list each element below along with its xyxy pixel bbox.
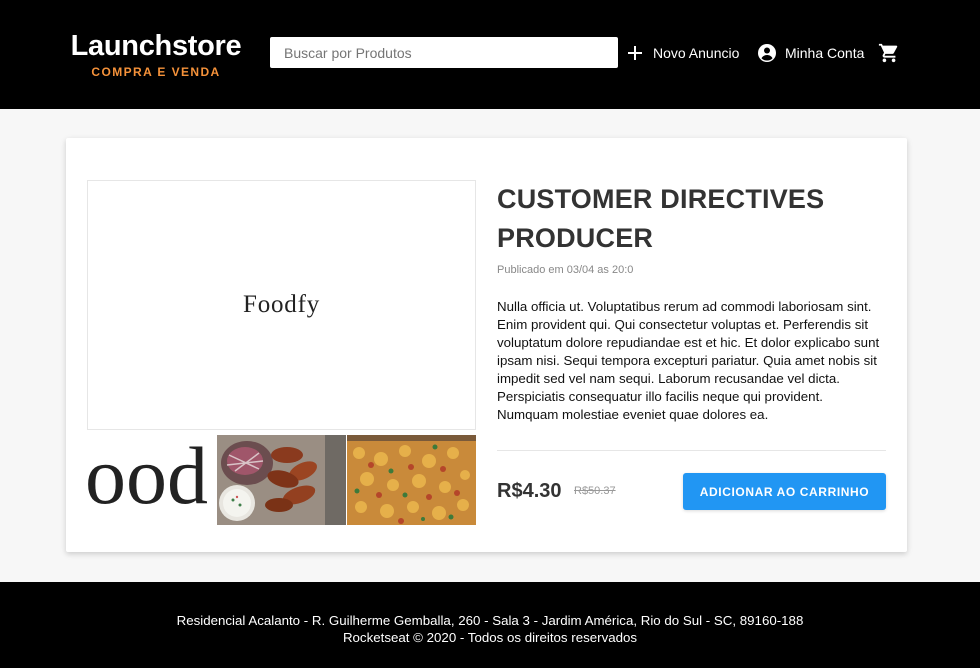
thumbnail-3[interactable]: [347, 435, 476, 525]
thumbnail-1-text: ood: [87, 435, 208, 521]
product-title: CUSTOMER DIRECTIVES PRODUCER: [497, 184, 825, 253]
footer-address: Residencial Acalanto - R. Guilherme Gemb…: [176, 613, 804, 628]
account-link[interactable]: Minha Conta: [757, 42, 864, 64]
thumbnail-1[interactable]: ood: [87, 435, 216, 525]
chicken-wings-photo: [217, 435, 346, 525]
brand-tagline: COMPRA E VENDA: [91, 65, 221, 79]
product-price: R$4.30: [497, 480, 562, 502]
product-info: CUSTOMER DIRECTIVES PRODUCER Publicado e…: [497, 180, 886, 424]
price-divider: [497, 450, 886, 451]
footer-copyright: Rocketseat © 2020 - Todos os direitos re…: [342, 630, 638, 645]
product-description: Nulla officia ut. Voluptatibus rerum ad …: [497, 299, 880, 422]
product-old-price: R$50.37: [574, 485, 616, 497]
main-image-logo-text: Foodfy: [242, 291, 321, 318]
top-header: Launchstore COMPRA E VENDA Novo Anuncio …: [0, 0, 980, 109]
published-date: Publicado em 03/04 as 20:0: [497, 264, 634, 276]
account-label: Minha Conta: [785, 45, 865, 61]
add-to-cart-button[interactable]: ADICIONAR AO CARRINHO: [683, 473, 886, 510]
product-thumbnails: ood: [87, 435, 476, 525]
thumbnail-2[interactable]: [217, 435, 346, 525]
pasta-bake-photo: [347, 435, 476, 525]
new-ad-link[interactable]: Novo Anuncio: [627, 42, 739, 64]
product-main-image: Foodfy: [87, 180, 476, 430]
product-card: Foodfy ood CUSTOMER DIRECTIVES PRODUCER …: [66, 138, 907, 552]
page-footer: Residencial Acalanto - R. Guilherme Gemb…: [0, 582, 980, 668]
brand-name[interactable]: Launchstore: [66, 29, 246, 63]
new-ad-label: Novo Anuncio: [653, 45, 740, 61]
add-icon: [628, 46, 642, 60]
brand-logo[interactable]: Launchstore COMPRA E VENDA: [66, 29, 246, 79]
search-input[interactable]: [270, 37, 618, 68]
cart-icon[interactable]: [878, 42, 900, 64]
account-circle-icon: [758, 44, 776, 62]
